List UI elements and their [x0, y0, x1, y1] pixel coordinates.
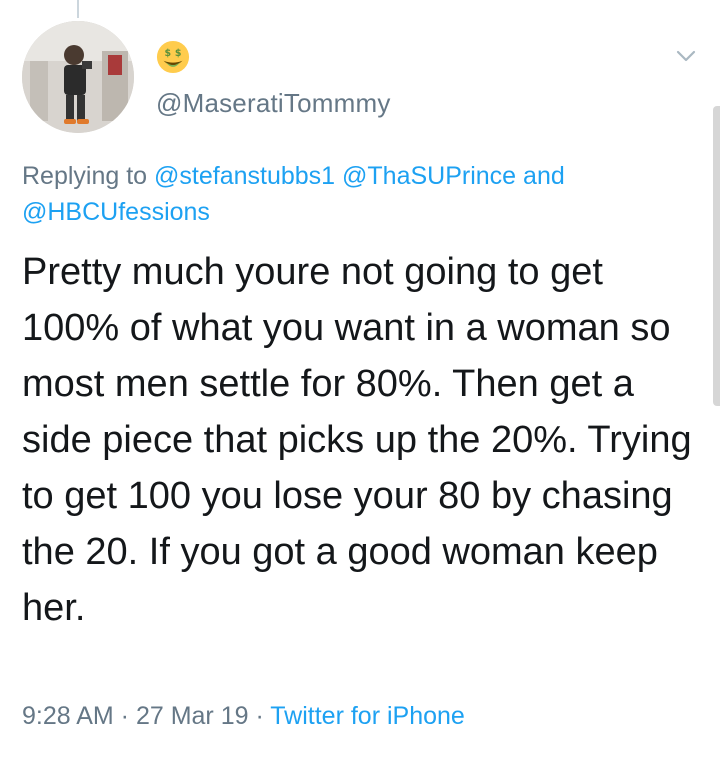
- tweet-date: 27 Mar 19: [135, 702, 249, 730]
- mention-link[interactable]: @ThaSUPrince: [342, 162, 516, 190]
- meta-separator: ·: [248, 702, 271, 730]
- scrollbar[interactable]: [713, 106, 720, 406]
- user-handle[interactable]: @MaseratiTommmy: [156, 88, 391, 119]
- mention-link[interactable]: @stefanstubbs1: [154, 162, 335, 190]
- user-block: $ $ @MaseratiTommmy: [156, 40, 391, 119]
- meta-separator: ·: [113, 702, 136, 730]
- tweet-time: 9:28 AM: [22, 702, 114, 730]
- source-app-link[interactable]: Twitter for iPhone: [270, 702, 465, 730]
- and-conjunction: and: [516, 162, 565, 190]
- tweet-text: Pretty much youre not going to get 100% …: [22, 251, 692, 629]
- thread-connector-line: [77, 0, 79, 18]
- money-mouth-face-icon: $ $: [156, 40, 190, 74]
- svg-text:$: $: [175, 48, 182, 59]
- chevron-down-icon[interactable]: [674, 44, 698, 68]
- tweet-card: $ $ @MaseratiTommmy Replying to @stefans…: [0, 0, 720, 759]
- avatar-photo: [22, 21, 134, 133]
- replying-to: Replying to @stefanstubbs1 @ThaSUPrince …: [22, 158, 692, 230]
- replying-to-label: Replying to: [22, 162, 155, 190]
- mention-link[interactable]: @HBCUfessions: [22, 198, 210, 226]
- tweet-meta: 9:28 AM · 27 Mar 19 · Twitter for iPhone: [22, 702, 465, 731]
- svg-text:$: $: [165, 48, 172, 59]
- avatar[interactable]: [22, 21, 134, 133]
